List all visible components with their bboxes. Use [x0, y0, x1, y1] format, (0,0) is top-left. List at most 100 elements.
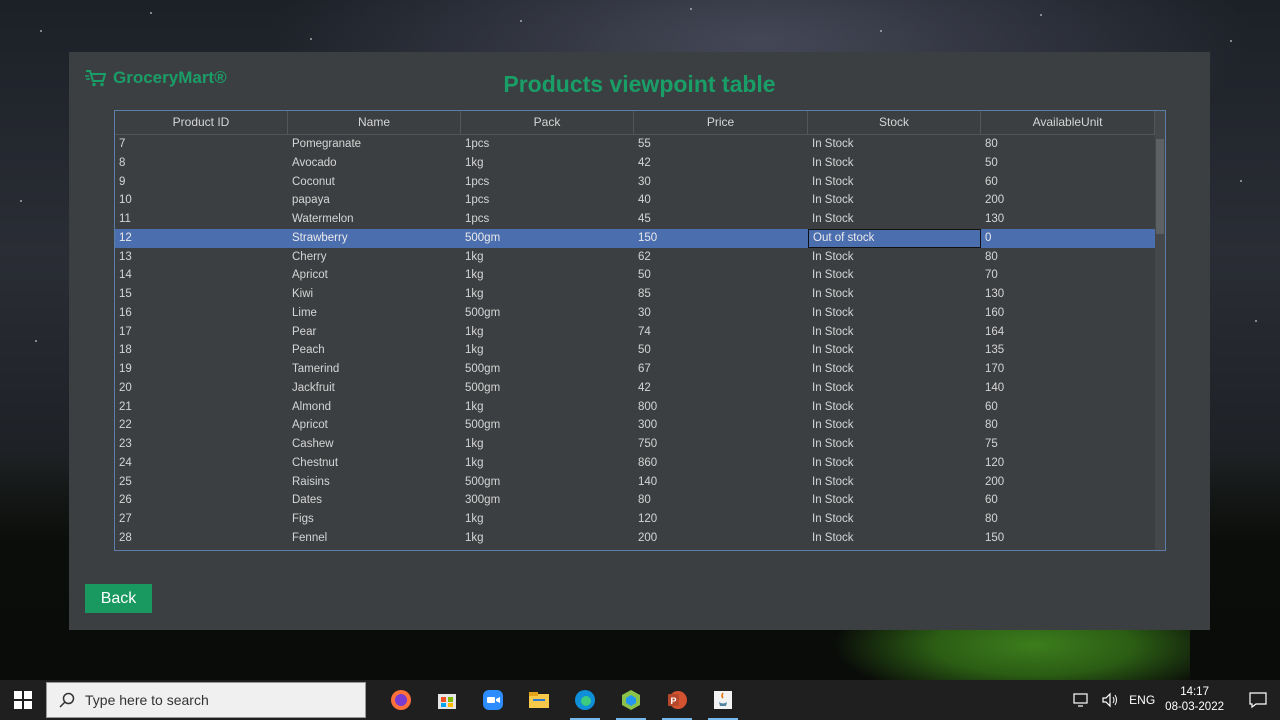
- table-cell[interactable]: 500gm: [461, 379, 634, 398]
- table-row[interactable]: 19 Tamerind 500gm 67 In Stock 170: [115, 360, 1155, 379]
- table-cell[interactable]: 1kg: [461, 529, 634, 548]
- table-cell[interactable]: 22: [115, 416, 288, 435]
- table-row[interactable]: 14 Apricot 1kg 50 In Stock 70: [115, 266, 1155, 285]
- table-cell[interactable]: 140: [981, 379, 1155, 398]
- table-cell[interactable]: 23: [115, 435, 288, 454]
- table-cell[interactable]: In Stock: [808, 473, 981, 492]
- table-cell[interactable]: 7: [115, 135, 288, 154]
- table-cell[interactable]: In Stock: [808, 135, 981, 154]
- firefox-app[interactable]: [378, 680, 424, 720]
- table-cell[interactable]: 9: [115, 173, 288, 192]
- table-cell[interactable]: Pomegranate: [288, 135, 461, 154]
- table-cell[interactable]: 50: [634, 341, 808, 360]
- table-cell[interactable]: 60: [981, 173, 1155, 192]
- table-cell[interactable]: In Stock: [808, 510, 981, 529]
- table-cell[interactable]: 300: [634, 416, 808, 435]
- table-cell[interactable]: 14: [115, 266, 288, 285]
- column-header[interactable]: Pack: [461, 111, 634, 134]
- table-cell[interactable]: In Stock: [808, 210, 981, 229]
- table-cell[interactable]: In Stock: [808, 285, 981, 304]
- table-cell[interactable]: 24: [115, 454, 288, 473]
- table-cell[interactable]: In Stock: [808, 435, 981, 454]
- table-cell[interactable]: 0: [981, 229, 1155, 248]
- table-cell[interactable]: 150: [634, 229, 808, 248]
- table-cell[interactable]: 30: [634, 304, 808, 323]
- language-indicator[interactable]: ENG: [1129, 693, 1155, 707]
- app-cube[interactable]: [608, 680, 654, 720]
- table-cell[interactable]: 80: [981, 248, 1155, 267]
- table-cell[interactable]: 20: [115, 379, 288, 398]
- table-cell[interactable]: Coconut: [288, 173, 461, 192]
- table-cell[interactable]: Cashew: [288, 435, 461, 454]
- column-header[interactable]: Product ID: [115, 111, 288, 134]
- table-cell[interactable]: 80: [634, 491, 808, 510]
- table-cell[interactable]: 55: [634, 135, 808, 154]
- table-cell[interactable]: 160: [981, 304, 1155, 323]
- table-cell[interactable]: In Stock: [808, 360, 981, 379]
- table-cell[interactable]: 1kg: [461, 248, 634, 267]
- table-cell[interactable]: 10: [115, 191, 288, 210]
- table-cell[interactable]: In Stock: [808, 154, 981, 173]
- table-cell[interactable]: 27: [115, 510, 288, 529]
- notification-icon[interactable]: [1248, 691, 1268, 709]
- zoom-app[interactable]: [470, 680, 516, 720]
- table-cell[interactable]: 200: [981, 473, 1155, 492]
- table-cell[interactable]: In Stock: [808, 416, 981, 435]
- table-cell[interactable]: 200: [981, 191, 1155, 210]
- table-row[interactable]: 9 Coconut 1pcs 30 In Stock 60: [115, 173, 1155, 192]
- table-cell[interactable]: In Stock: [808, 304, 981, 323]
- table-cell[interactable]: 21: [115, 398, 288, 417]
- table-cell[interactable]: 1kg: [461, 435, 634, 454]
- table-cell[interactable]: In Stock: [808, 379, 981, 398]
- table-cell[interactable]: 11: [115, 210, 288, 229]
- file-explorer-app[interactable]: [516, 680, 562, 720]
- table-row[interactable]: 12 Strawberry 500gm 150 Out of stock 0: [115, 228, 1155, 248]
- table-cell[interactable]: papaya: [288, 191, 461, 210]
- table-cell[interactable]: Dates: [288, 491, 461, 510]
- table-cell[interactable]: 1kg: [461, 323, 634, 342]
- table-cell[interactable]: 800: [634, 398, 808, 417]
- table-cell[interactable]: 120: [981, 454, 1155, 473]
- table-row[interactable]: 7 Pomegranate 1pcs 55 In Stock 80: [115, 135, 1155, 154]
- table-cell[interactable]: Raisins: [288, 473, 461, 492]
- table-cell[interactable]: Kiwi: [288, 285, 461, 304]
- table-cell[interactable]: 67: [634, 360, 808, 379]
- table-cell[interactable]: 50: [981, 154, 1155, 173]
- table-cell[interactable]: In Stock: [808, 529, 981, 548]
- table-cell[interactable]: Apricot: [288, 266, 461, 285]
- table-cell[interactable]: 80: [981, 416, 1155, 435]
- table-cell[interactable]: 860: [634, 454, 808, 473]
- column-header[interactable]: Price: [634, 111, 808, 134]
- table-cell[interactable]: Lime: [288, 304, 461, 323]
- clock[interactable]: 14:17 08-03-2022: [1165, 685, 1224, 715]
- table-cell[interactable]: 13: [115, 248, 288, 267]
- table-cell[interactable]: Jackfruit: [288, 379, 461, 398]
- table-cell[interactable]: Tamerind: [288, 360, 461, 379]
- table-cell[interactable]: 300gm: [461, 491, 634, 510]
- table-cell[interactable]: 500gm: [461, 416, 634, 435]
- table-cell[interactable]: 500gm: [461, 473, 634, 492]
- taskbar-search-box[interactable]: Type here to search: [46, 682, 366, 718]
- table-cell[interactable]: 200: [634, 529, 808, 548]
- table-cell[interactable]: In Stock: [808, 341, 981, 360]
- table-row[interactable]: 25 Raisins 500gm 140 In Stock 200: [115, 473, 1155, 492]
- table-cell[interactable]: Peach: [288, 341, 461, 360]
- table-cell[interactable]: 30: [634, 173, 808, 192]
- table-cell[interactable]: 170: [981, 360, 1155, 379]
- table-cell[interactable]: In Stock: [808, 454, 981, 473]
- back-button[interactable]: Back: [85, 584, 152, 613]
- table-cell[interactable]: 1kg: [461, 154, 634, 173]
- table-cell[interactable]: 15: [115, 285, 288, 304]
- table-cell[interactable]: 1pcs: [461, 191, 634, 210]
- table-cell[interactable]: 74: [634, 323, 808, 342]
- table-cell[interactable]: 150: [981, 529, 1155, 548]
- table-cell[interactable]: Cherry: [288, 248, 461, 267]
- table-cell[interactable]: In Stock: [808, 323, 981, 342]
- table-cell[interactable]: 1kg: [461, 266, 634, 285]
- table-cell[interactable]: 1pcs: [461, 173, 634, 192]
- column-header[interactable]: AvailableUnit: [981, 111, 1155, 134]
- start-button[interactable]: [0, 680, 46, 720]
- table-row[interactable]: 11 Watermelon 1pcs 45 In Stock 130: [115, 210, 1155, 229]
- table-cell[interactable]: 135: [981, 341, 1155, 360]
- table-cell[interactable]: In Stock: [808, 266, 981, 285]
